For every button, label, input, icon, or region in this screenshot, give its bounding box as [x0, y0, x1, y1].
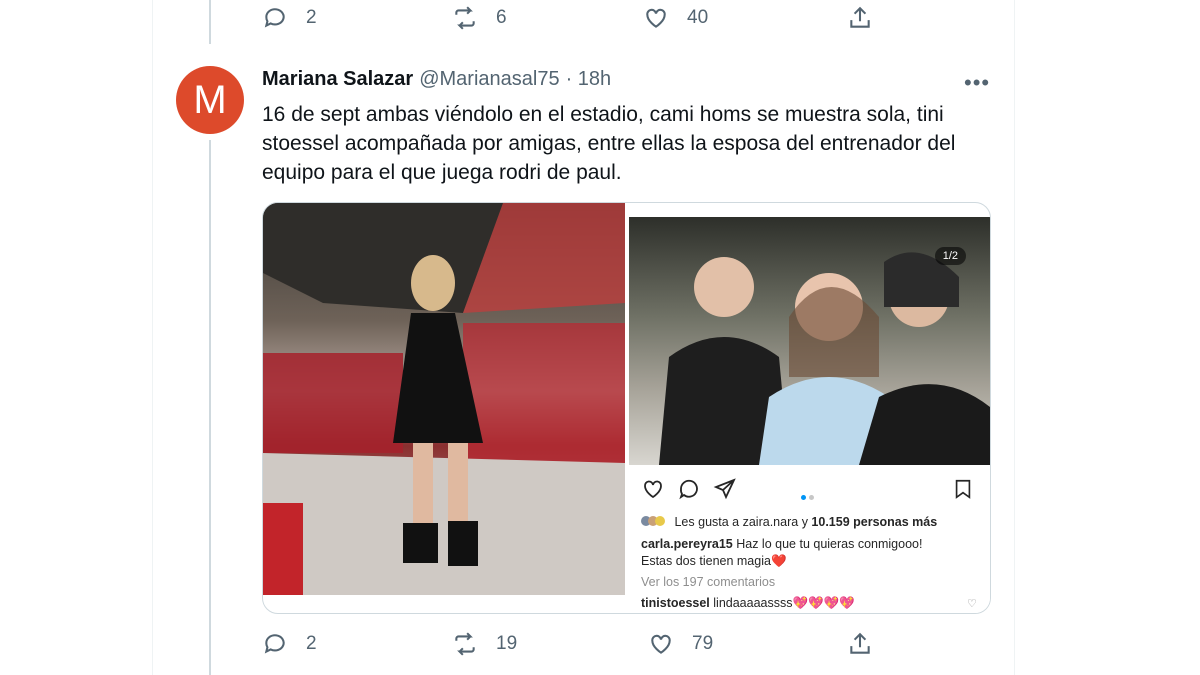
like-button[interactable]: 40 [643, 5, 708, 31]
carousel-dots [801, 487, 817, 505]
image-counter: 1/2 [934, 247, 966, 265]
share-button[interactable] [847, 5, 873, 31]
ig-actions [641, 477, 749, 501]
avatar-letter: M [193, 77, 227, 122]
likes-line: Les gusta a zaira.nara y 10.159 personas… [641, 515, 937, 529]
send-icon[interactable] [713, 477, 737, 501]
like-button[interactable]: 79 [648, 631, 713, 657]
comment-user[interactable]: carla.pereyra15 [641, 537, 733, 551]
heart-icon [646, 8, 666, 28]
reply-count: 2 [306, 633, 317, 654]
thread-line [209, 140, 211, 675]
comment-text: Haz lo que tu quieras conmigooo! [736, 537, 923, 551]
share-button[interactable] [847, 631, 873, 657]
reply-text: lindaaaaassss💖💖💖💖 [713, 596, 855, 610]
reply-icon [264, 634, 285, 654]
reply-like-icon[interactable]: ♡ [967, 597, 977, 610]
likes-prefix: Les gusta a [674, 515, 740, 529]
more-icon[interactable]: ••• [964, 70, 990, 96]
bookmark-icon[interactable] [952, 477, 974, 506]
share-icon [850, 6, 870, 28]
retweet-count: 19 [496, 633, 518, 654]
view-comments-link[interactable]: Ver los 197 comentarios [641, 575, 775, 589]
heart-icon [651, 634, 671, 654]
like-count: 79 [692, 633, 714, 654]
like-count: 40 [687, 7, 709, 28]
author-handle[interactable]: @Marianasal75 [419, 68, 559, 90]
reply-icon [264, 8, 285, 28]
tweet-time[interactable]: · 18h [566, 68, 612, 90]
ig-comment: carla.pereyra15 Haz lo que tu quieras co… [641, 537, 922, 551]
comment-icon[interactable] [677, 477, 701, 501]
reply-user[interactable]: tinistoessel [641, 596, 710, 610]
retweet-count: 6 [496, 7, 507, 28]
likes-count[interactable]: 10.159 personas más [811, 515, 937, 529]
tweet-text: 16 de sept ambas viéndolo en el estadio,… [262, 103, 956, 184]
likes-connector: y [801, 515, 808, 529]
ig-reply: tinistoessel lindaaaaassss💖💖💖💖 [641, 596, 855, 611]
retweet-button[interactable]: 19 [452, 631, 517, 657]
heart-icon[interactable] [641, 477, 665, 501]
instagram-panel: Les gusta a zaira.nara y 10.159 personas… [629, 465, 990, 613]
reply-button[interactable]: 2 [262, 631, 317, 657]
likes-avatars [641, 515, 671, 529]
author-name[interactable]: Mariana Salazar [262, 68, 413, 90]
avatar[interactable]: M [176, 66, 244, 134]
photo-stadium[interactable] [263, 203, 625, 595]
likes-user[interactable]: zaira.nara [743, 515, 799, 529]
reply-button[interactable]: 2 [262, 5, 317, 31]
retweet-button[interactable]: 6 [452, 5, 507, 31]
photo-friends[interactable]: 1/2 [629, 217, 990, 465]
tweet-header: Mariana Salazar @Marianasal75 · 18h [262, 68, 611, 91]
thread-line-top [209, 0, 211, 44]
retweet-icon [455, 632, 475, 656]
retweet-icon [455, 6, 475, 30]
stadium-photo-illustration [263, 203, 625, 595]
comment-text-line2: Estas dos tienen magia❤️ [641, 554, 787, 568]
share-icon [850, 632, 870, 654]
reply-count: 2 [306, 7, 317, 28]
tweet-media[interactable]: 1/2 Les gusta a zaira.nara y 10.159 pers… [262, 202, 991, 614]
